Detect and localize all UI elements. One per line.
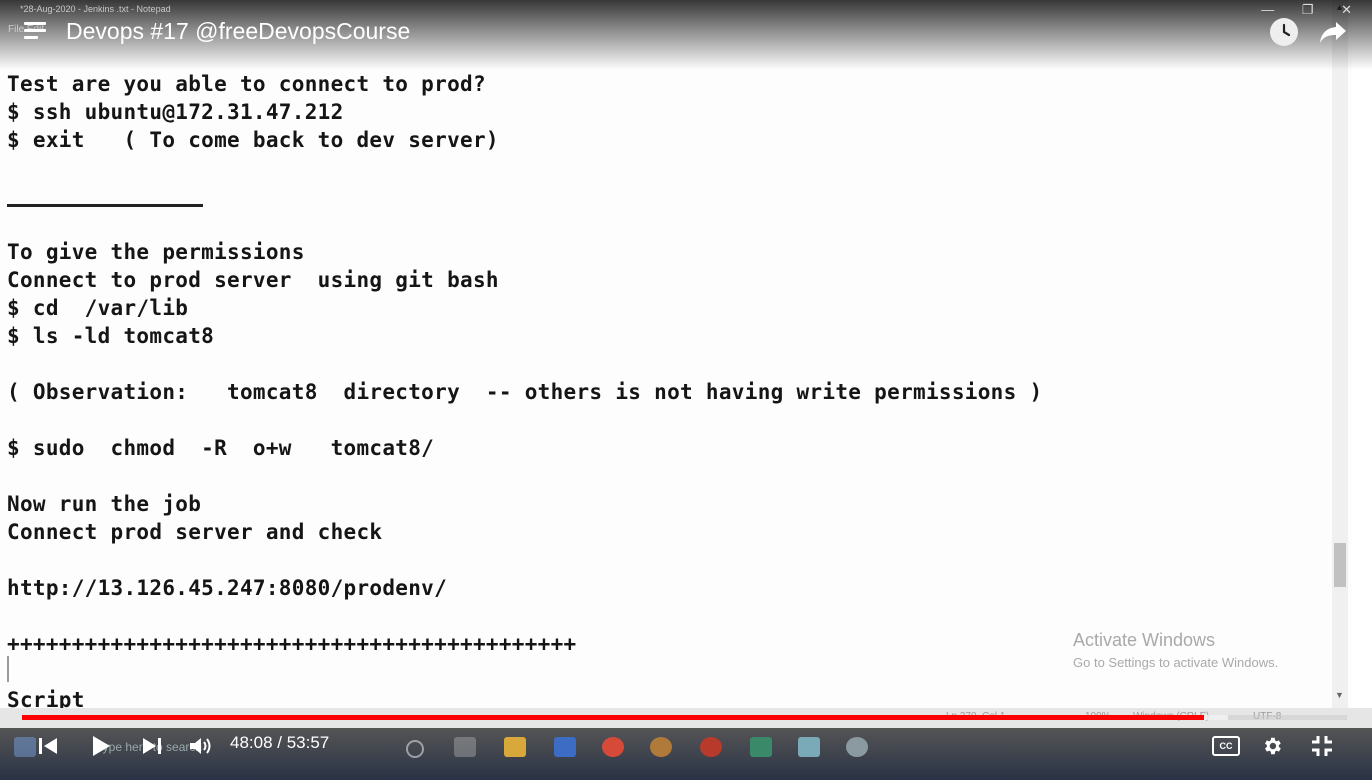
menu-icon[interactable] [24,22,46,42]
app-icon [846,737,868,757]
play-icon[interactable] [88,728,114,764]
doc-line: Test are you able to connect to prod? [7,72,486,96]
video-progress-bar[interactable] [22,715,1347,720]
doc-line: Now run the job [7,492,202,516]
separator-line [7,204,203,207]
notepad-window-title: *28-Aug-2020 - Jenkins .txt - Notepad [20,4,171,14]
skip-next-icon[interactable] [140,728,164,764]
time-display: 48:08 / 53:57 [230,733,330,752]
notepad-icon [798,737,820,757]
volume-icon[interactable] [188,728,214,764]
activate-subtext: Go to Settings to activate Windows. [1073,655,1279,670]
activate-heading: Activate Windows [1073,630,1216,650]
video-top-overlay: *28-Aug-2020 - Jenkins .txt - Notepad Fi… [0,0,1372,70]
cortana-icon [406,740,424,758]
notepad-document[interactable]: Test are you able to connect to prod? $ … [0,0,1352,708]
doc-line: ( Observation: tomcat8 directory -- othe… [7,380,1043,404]
doc-line: To give the permissions [7,240,305,264]
activate-windows-watermark: Activate Windows Go to Settings to activ… [1073,630,1278,670]
clock-icon[interactable] [1270,18,1298,46]
remote-desktop-icon [554,737,576,757]
notepad-scrollbar[interactable]: ▲ ▼ [1332,0,1348,708]
progress-played [22,715,1204,720]
close-icon: ✕ [1341,2,1352,17]
doc-line: $ ls -ld tomcat8 [7,324,215,348]
doc-line: $ sudo chmod -R o+w tomcat8/ [7,436,435,460]
doc-line: $ exit ( To come back to dev server) [7,128,499,152]
text-caret [7,656,9,682]
doc-line: Connect prod server and check [7,520,383,544]
task-view-icon [454,737,476,757]
chrome-icon [602,737,624,757]
video-title[interactable]: Devops #17 @freeDevopsCourse [66,18,410,45]
doc-line: Script [7,688,85,708]
restore-icon: ❐ [1301,2,1314,17]
minimize-icon: — [1261,2,1275,17]
exit-fullscreen-icon[interactable] [1308,728,1336,764]
app-icon [650,737,672,757]
skip-previous-icon[interactable] [36,728,60,764]
file-explorer-icon [504,737,526,757]
scrollbar-thumb[interactable] [1334,543,1346,587]
windows-start-icon [14,737,36,757]
doc-line: ++++++++++++++++++++++++++++++++++++++++… [7,632,577,656]
git-icon [750,737,772,757]
app-icon [700,737,722,757]
doc-line: http://13.126.45.247:8080/prodenv/ [7,576,448,600]
video-controls: Type here to search 48:08 / 53:57 CC [0,728,1372,780]
scroll-down-icon[interactable]: ▼ [1335,690,1344,700]
cc-icon[interactable]: CC [1212,736,1240,756]
share-icon[interactable] [1318,16,1348,46]
doc-line: Connect to prod server using git bash [7,268,499,292]
doc-line: $ ssh ubuntu@172.31.47.212 [7,100,344,124]
doc-line: $ cd /var/lib [7,296,189,320]
gear-icon[interactable] [1258,728,1286,764]
